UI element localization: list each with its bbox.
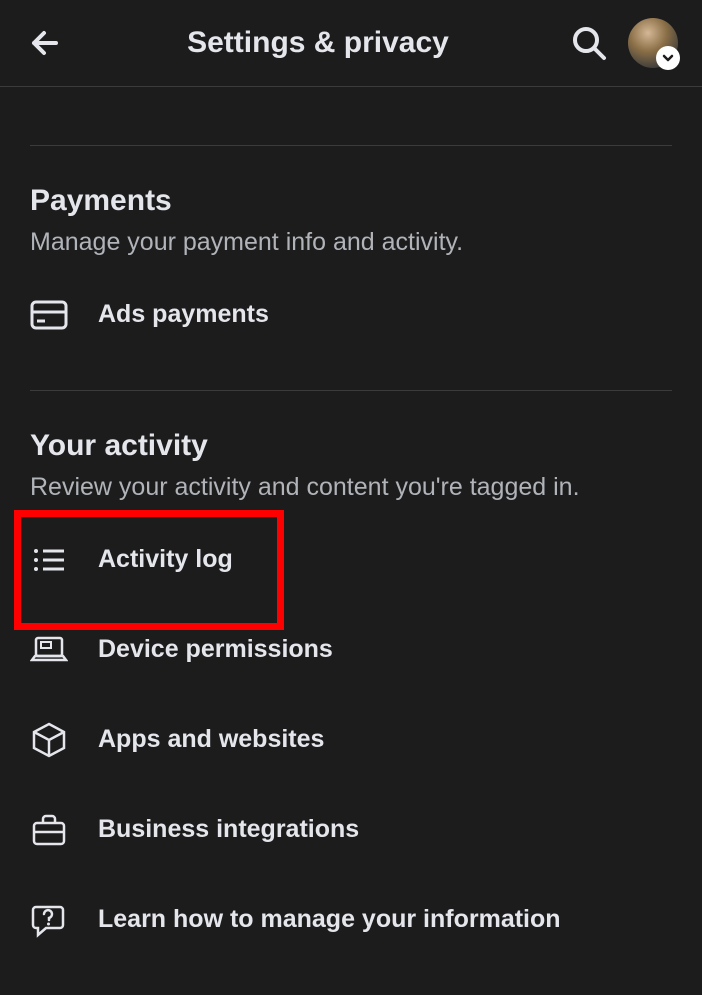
section-payments: Payments Manage your payment info and ac… (30, 146, 672, 360)
section-title: Your activity (30, 429, 672, 463)
list-icon (30, 541, 68, 579)
item-learn-manage-info[interactable]: Learn how to manage your information (30, 875, 672, 965)
arrow-left-icon (26, 23, 66, 63)
item-activity-log[interactable]: Activity log (30, 515, 672, 605)
app-header: Settings & privacy (0, 0, 702, 87)
cube-icon (30, 721, 68, 759)
item-label: Apps and websites (98, 725, 324, 754)
item-business-integrations[interactable]: Business integrations (30, 785, 672, 875)
section-subtitle: Manage your payment info and activity. (30, 226, 672, 260)
content-area: Payments Manage your payment info and ac… (0, 145, 702, 965)
section-title: Payments (30, 184, 672, 218)
item-apps-websites[interactable]: Apps and websites (30, 695, 672, 785)
item-label: Business integrations (98, 815, 359, 844)
section-your-activity: Your activity Review your activity and c… (30, 391, 672, 965)
page-title: Settings & privacy (68, 26, 568, 60)
item-label: Device permissions (98, 635, 333, 664)
credit-card-icon (30, 296, 68, 334)
back-button[interactable] (24, 21, 68, 65)
item-label: Ads payments (98, 300, 269, 329)
chevron-down-icon (656, 46, 680, 70)
item-ads-payments[interactable]: Ads payments (30, 270, 672, 360)
search-icon (570, 24, 608, 62)
chat-question-icon (30, 901, 68, 939)
item-label: Learn how to manage your information (98, 905, 561, 934)
profile-menu[interactable] (628, 18, 678, 68)
laptop-icon (30, 631, 68, 669)
search-button[interactable] (568, 22, 610, 64)
section-subtitle: Review your activity and content you're … (30, 471, 672, 505)
item-label: Activity log (98, 545, 233, 574)
briefcase-icon (30, 811, 68, 849)
item-device-permissions[interactable]: Device permissions (30, 605, 672, 695)
